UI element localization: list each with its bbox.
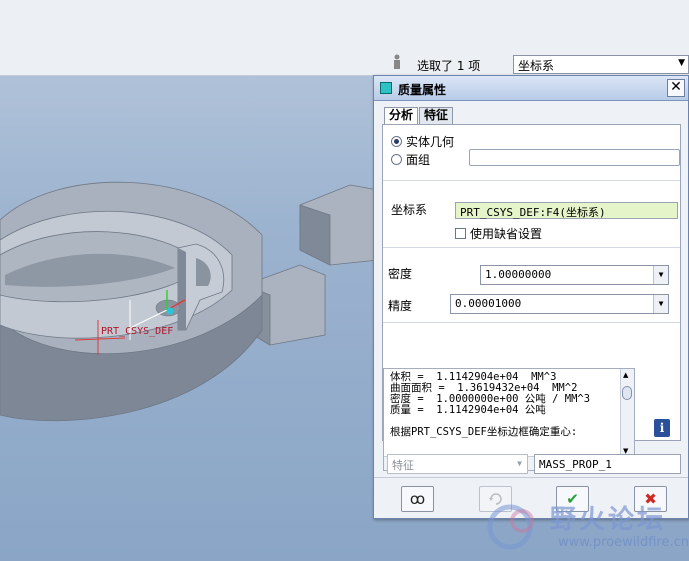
part-model <box>0 181 379 422</box>
divider <box>383 322 680 323</box>
radio-quilt-label: 面组 <box>406 153 431 167</box>
watermark-text: 野火论坛 <box>550 505 667 535</box>
accuracy-combo[interactable]: 0.00001000 ▼ <box>450 294 669 314</box>
glasses-icon: ꝏ <box>409 490 426 508</box>
chevron-down-icon[interactable]: ▼ <box>653 295 668 313</box>
csys-input[interactable]: PRT_CSYS_DEF:F4(坐标系) <box>455 202 678 219</box>
divider <box>383 180 680 181</box>
radio-selected-icon <box>391 136 402 147</box>
feature-combo[interactable]: 特征 ▼ <box>387 454 528 474</box>
density-value: 1.00000000 <box>485 268 552 281</box>
app-icon <box>380 82 392 94</box>
divider <box>383 247 680 248</box>
dialog-titlebar[interactable]: 质量属性 ✕ <box>374 76 688 101</box>
density-label: 密度 <box>388 267 413 281</box>
info-icon[interactable]: i <box>654 419 670 437</box>
radio-solid-geometry[interactable]: 实体几何 <box>391 133 454 150</box>
chevron-down-icon[interactable]: ▼ <box>653 266 668 284</box>
results-text: 体积 = 1.1142904e+04 MM^3 曲面面积 = 1.3619432… <box>390 371 591 438</box>
vertical-scrollbar[interactable]: ▲ ▼ <box>620 369 634 457</box>
forum-watermark: 野火论坛 www.proewildfire.cn <box>478 493 689 561</box>
dialog-tabs: 分析 特征 <box>384 107 454 125</box>
chevron-down-icon: ▼ <box>678 58 685 68</box>
scroll-up-icon[interactable]: ▲ <box>623 371 628 379</box>
radio-solid-label: 实体几何 <box>406 135 455 149</box>
density-combo[interactable]: 1.00000000 ▼ <box>480 265 669 285</box>
selection-count-text: 选取了 1 项 <box>417 59 481 73</box>
tab-analysis[interactable]: 分析 <box>384 107 419 125</box>
feature-name-input[interactable]: MASS_PROP_1 <box>534 454 681 474</box>
watermark-url: www.proewildfire.cn <box>558 535 689 550</box>
use-default-label: 使用缺省设置 <box>470 227 543 241</box>
person-filter-icon <box>391 54 405 70</box>
chevron-down-icon[interactable]: ▼ <box>512 455 527 473</box>
selection-filter-dropdown[interactable]: 坐标系 ▼ <box>513 55 689 74</box>
quilt-input[interactable] <box>469 149 680 166</box>
accuracy-value: 0.00001000 <box>455 297 522 310</box>
csys-field-label: 坐标系 <box>391 203 428 217</box>
watermark-logo-icon <box>487 504 534 550</box>
accuracy-label: 精度 <box>388 299 413 313</box>
radio-quilt[interactable]: 面组 <box>391 151 430 168</box>
mass-properties-dialog: 质量属性 ✕ 分析 特征 实体几何 面组 坐标系 PRT_CSYS_DEF:F4(… <box>373 75 689 519</box>
selection-status-bar: 选取了 1 项 坐标系 ▼ <box>383 52 689 74</box>
close-button[interactable]: ✕ <box>667 79 685 97</box>
feature-combo-value: 特征 <box>392 459 414 472</box>
preview-button[interactable]: ꝏ <box>401 486 434 512</box>
use-default-checkbox[interactable]: 使用缺省设置 <box>455 225 542 242</box>
vertical-scroll-thumb[interactable] <box>622 386 632 400</box>
dialog-title: 质量属性 <box>398 83 447 97</box>
csys-label: PRT_CSYS_DEF <box>101 326 173 337</box>
selection-filter-value: 坐标系 <box>518 59 555 73</box>
checkbox-icon <box>455 228 466 239</box>
tab-feature[interactable]: 特征 <box>419 107 454 124</box>
model-viewport[interactable]: PRT_CSYS_DEF <box>0 0 380 561</box>
radio-empty-icon <box>391 154 402 165</box>
